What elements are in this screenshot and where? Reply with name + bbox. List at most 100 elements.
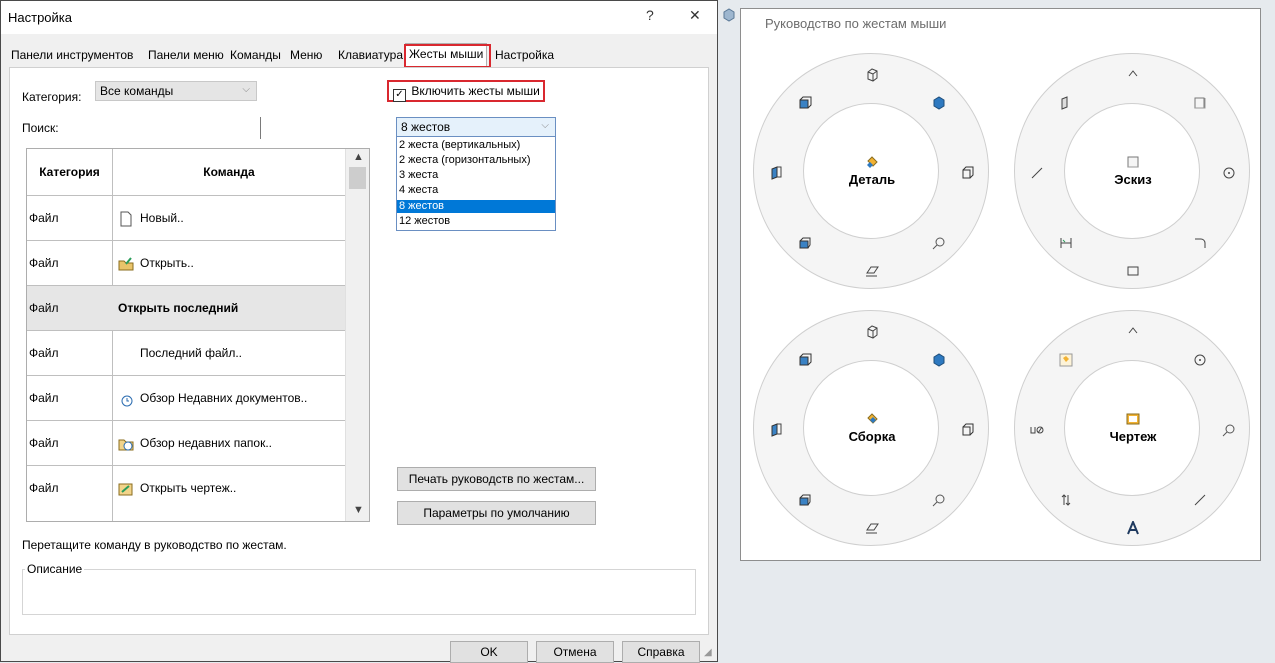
category-dropdown[interactable]: Все команды ⌵ [95,81,257,101]
isometric-view-icon[interactable] [865,68,879,82]
sketch-icon [1127,156,1139,168]
option-12[interactable]: 12 жестов [397,215,555,228]
option-3[interactable]: 3 жеста [397,169,555,182]
search-input[interactable] [97,117,261,139]
title-bar: Настройка ? ✕ [1,1,717,34]
enable-gestures-checkbox[interactable]: ✓ Включить жесты мыши [393,84,540,102]
assembly-icon [867,413,878,424]
rectangle-icon[interactable] [1126,264,1140,278]
top-view-icon[interactable] [932,96,946,110]
tab-menus[interactable]: Меню [287,45,325,66]
print-gesture-guides-button[interactable]: Печать руководств по жестам... [397,467,596,491]
option-4[interactable]: 4 жеста [397,184,555,197]
category-value: Все команды [100,84,174,98]
drag-hint-text: Перетащите команду в руководство по жест… [22,538,287,552]
rotate-view-icon[interactable] [1059,493,1073,507]
normal-to-icon[interactable] [865,521,879,535]
smart-dimension-icon[interactable] [1059,236,1073,250]
gesture-circle-part: Деталь [753,53,989,289]
resize-grip-icon[interactable]: ◢ [704,647,712,658]
enable-gestures-label: Включить жесты мыши [411,84,540,98]
guide-title: Руководство по жестам мыши [765,16,947,31]
zoom-to-fit-icon[interactable] [932,493,946,507]
ok-button[interactable]: OK [450,641,528,663]
front-view-icon[interactable] [798,353,812,367]
gestures-count-list: 2 жеста (вертикальных) 2 жеста (горизонт… [396,136,556,231]
table-row[interactable]: Файл Обзор недавних папок.. [27,420,345,466]
dialog-title: Настройка [8,10,72,25]
new-file-icon [120,211,132,227]
table-row[interactable]: Файл Открыть последний [27,285,345,331]
open-drawing-icon [118,483,133,496]
tab-menu-bars[interactable]: Панели меню [145,45,227,66]
row-command-label: Открыть чертеж.. [140,481,237,495]
gesture-guide-window: Руководство по жестам мыши Деталь Эскиз [740,8,1261,561]
option-8[interactable]: 8 жестов [397,200,555,213]
row-command-label: Последний файл.. [140,346,242,360]
table-row[interactable]: Файл Последний файл.. [27,330,345,376]
normal-to-icon[interactable] [865,264,879,278]
chamfer-icon[interactable] [1126,68,1140,82]
line-icon[interactable] [1193,493,1207,507]
guide-window-icon [723,8,735,22]
tab-highlight [404,44,491,68]
circle-label-assembly: Сборка [848,429,896,444]
tab-settings[interactable]: Настройка [492,45,557,66]
circle-label-sketch: Эскиз [1114,172,1152,187]
scroll-down-icon[interactable]: ▼ [353,504,364,516]
circle-icon[interactable] [1193,353,1207,367]
table-row[interactable]: Файл Открыть.. [27,240,345,286]
chamfer-icon[interactable] [1126,325,1140,339]
help-button[interactable]: ? [646,7,654,23]
arc-icon[interactable] [1193,236,1207,250]
scroll-up-icon[interactable]: ▲ [353,151,364,163]
category-label: Категория: [22,90,82,104]
recent-folders-icon [118,439,134,451]
help-bottom-button[interactable]: Справка [622,641,700,663]
top-view-icon[interactable] [932,353,946,367]
gestures-count-value: 8 жестов [401,120,451,134]
table-row[interactable]: Файл Открыть чертеж.. [27,465,345,521]
scroll-thumb[interactable] [349,167,366,189]
sketch-view-icon[interactable] [1059,96,1073,110]
column-header-command[interactable]: Команда [113,149,345,195]
tab-toolbars[interactable]: Панели инструментов [8,45,136,66]
description-box [22,569,696,615]
row-command-label: Обзор недавних папок.. [140,436,273,450]
close-button[interactable]: ✕ [689,7,701,24]
gestures-count-dropdown[interactable]: 8 жестов ⌵ [396,117,556,137]
note-icon[interactable] [1126,521,1140,535]
row-category: Файл [29,256,59,270]
front-view-icon[interactable] [798,96,812,110]
chevron-down-icon: ⌵ [242,84,250,95]
tab-keyboard[interactable]: Клавиатура [335,45,406,66]
row-category: Файл [29,391,59,405]
zoom-to-fit-icon[interactable] [932,236,946,250]
bottom-view-icon[interactable] [798,493,812,507]
bottom-view-icon[interactable] [798,236,812,250]
commands-table: Категория Команда Файл Новый.. Файл Откр… [26,148,370,522]
circle-label-part: Деталь [848,172,896,187]
sketch-plane-icon[interactable] [1193,96,1207,110]
row-command: Новый.. [118,196,184,241]
model-view-icon[interactable] [1059,353,1073,367]
tab-commands[interactable]: Команды [227,45,284,66]
search-label: Поиск: [22,121,59,135]
gesture-circle-drawing: Чертеж [1014,310,1250,546]
table-row[interactable]: Файл Обзор Недавних документов.. [27,375,345,421]
option-2-vertical[interactable]: 2 жеста (вертикальных) [397,139,555,152]
chevron-down-icon: ⌵ [541,120,549,131]
row-command-label: Обзор Недавних документов.. [140,391,308,405]
column-header-category[interactable]: Категория [27,149,112,195]
row-command-label: Новый.. [140,211,184,225]
part-icon [867,156,878,168]
table-row[interactable]: Файл Новый.. [27,195,345,241]
reset-defaults-button[interactable]: Параметры по умолчанию [397,501,596,525]
isometric-view-icon[interactable] [865,325,879,339]
gesture-circle-center [1064,360,1200,496]
cancel-button[interactable]: Отмена [536,641,614,663]
table-scrollbar[interactable]: ▲ ▼ [345,149,369,521]
row-category: Файл [29,301,59,315]
row-command: Обзор недавних папок.. [118,421,272,466]
option-2-horizontal[interactable]: 2 жеста (горизонтальных) [397,154,555,167]
